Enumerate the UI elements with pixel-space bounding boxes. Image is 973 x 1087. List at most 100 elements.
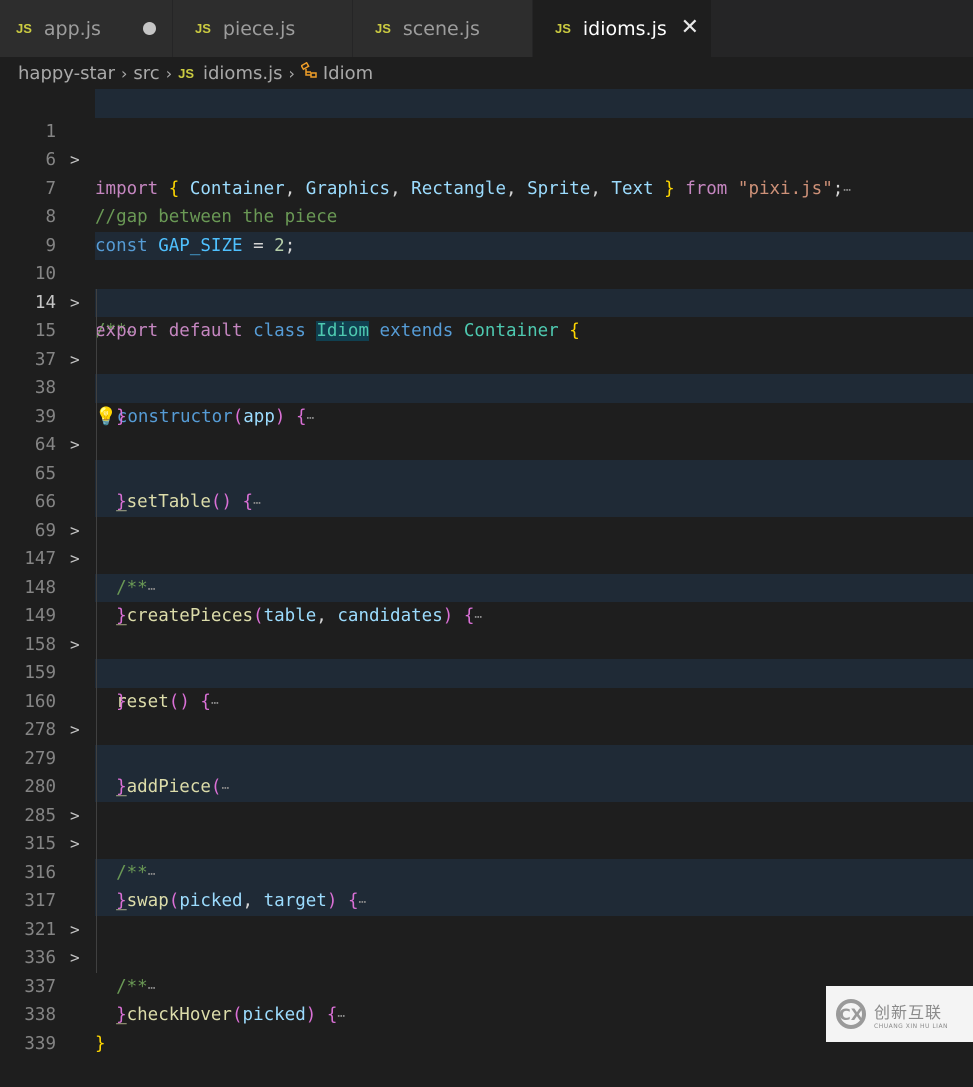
watermark-text: 创新互联 <box>874 1002 943 1022</box>
js-file-icon: JS <box>195 21 211 36</box>
code-line: 15 > 💡constructor(app) {⋯ <box>0 288 973 427</box>
tab-piece-js[interactable]: JS piece.js <box>173 0 353 57</box>
line-number: 159 <box>24 663 56 683</box>
tab-bar: JS app.js JS piece.js JS scene.js JS idi… <box>0 0 973 57</box>
code-line: 160 > _addPiece(⋯ <box>0 659 973 797</box>
folded-ellipsis[interactable]: ⋯ <box>148 981 156 996</box>
folded-ellipsis[interactable]: ⋯ <box>843 183 851 198</box>
code-line: 159 <box>0 630 973 683</box>
line-number: 1 <box>45 121 56 142</box>
close-icon[interactable]: ✕ <box>681 15 699 41</box>
folded-ellipsis[interactable]: ⋯ <box>474 610 482 625</box>
class-symbol-icon <box>300 61 319 84</box>
folded-ellipsis[interactable]: ⋯ <box>337 1009 345 1024</box>
line-number: 339 <box>24 1033 56 1054</box>
code-text: } <box>116 1005 127 1025</box>
line-number: 336 <box>24 948 56 968</box>
code-text: } <box>116 606 127 626</box>
line-number: 321 <box>24 919 56 940</box>
code-text: /**⋯ <box>116 577 156 598</box>
code-line: 38 <box>0 345 973 398</box>
code-editor[interactable]: 1 > import { Container, Graphics, Rectan… <box>0 89 973 1054</box>
watermark-logo-icon: CX <box>836 999 866 1029</box>
unsaved-dot-icon[interactable] <box>143 22 156 35</box>
code-line: 6 <box>0 118 973 170</box>
line-number: 69 <box>34 520 56 541</box>
folded-ellipsis[interactable]: ⋯ <box>148 867 156 882</box>
code-text: } <box>95 1033 106 1054</box>
watermark: CX 创新互联 CHUANG XIN HU LIAN <box>826 986 973 1042</box>
line-number: 278 <box>24 720 56 740</box>
fold-chevron-icon[interactable]: > <box>70 431 88 460</box>
line-number: 338 <box>24 1005 56 1025</box>
line-number: 7 <box>45 178 56 199</box>
breadcrumb-item-src[interactable]: src <box>133 63 159 84</box>
code-text: const GAP_SIZE = 2; <box>95 235 296 256</box>
line-number: 38 <box>34 378 56 398</box>
line-number: 279 <box>24 748 56 769</box>
tab-label: scene.js <box>402 17 480 40</box>
folded-ellipsis[interactable]: ⋯ <box>358 895 366 910</box>
line-number: 14 <box>34 292 56 313</box>
highlighted-symbol: Idiom <box>316 321 369 341</box>
line-number: 6 <box>45 150 56 170</box>
code-text: /**⋯ <box>116 862 156 883</box>
code-line: 39 > _setTable() {⋯ <box>0 374 973 512</box>
fold-chevron-icon[interactable]: > <box>70 916 88 945</box>
tab-app-js[interactable]: JS app.js <box>0 0 173 57</box>
breadcrumb-item-symbol[interactable]: Idiom <box>323 63 373 84</box>
line-number: 317 <box>24 891 56 911</box>
code-line: 66 > /**⋯ <box>0 459 973 598</box>
line-number: 337 <box>24 976 56 997</box>
fold-chevron-icon[interactable]: > <box>70 545 88 574</box>
fold-chevron-icon[interactable]: > <box>70 631 88 660</box>
folded-ellipsis[interactable]: ⋯ <box>148 582 156 597</box>
folded-ellipsis[interactable]: ⋯ <box>253 496 261 511</box>
js-file-icon: JS <box>555 21 571 36</box>
fold-chevron-icon[interactable]: > <box>70 944 88 973</box>
line-number: 8 <box>45 207 56 227</box>
chevron-right-icon: › <box>165 63 173 83</box>
code-text: export default class Idiom extends Conta… <box>95 321 580 341</box>
line-number: 147 <box>24 549 56 569</box>
code-text: } <box>116 406 127 427</box>
line-number: 316 <box>24 862 56 883</box>
fold-chevron-icon[interactable]: > <box>70 146 88 175</box>
breadcrumb-item-file[interactable]: idioms.js <box>203 63 282 84</box>
js-file-icon: JS <box>178 65 194 81</box>
tab-scene-js[interactable]: JS scene.js <box>353 0 533 57</box>
code-text: 💡constructor(app) {⋯ <box>95 406 315 427</box>
fold-chevron-icon[interactable]: > <box>70 830 88 859</box>
line-number: 280 <box>24 777 56 797</box>
fold-chevron-icon[interactable]: > <box>70 517 88 546</box>
code-line: 14 export default class Idiom extends Co… <box>0 260 973 341</box>
fold-chevron-icon[interactable]: > <box>70 346 88 375</box>
line-number: 158 <box>24 634 56 655</box>
code-text: _swap(picked, target) {⋯ <box>116 891 367 911</box>
line-number: 37 <box>34 349 56 370</box>
watermark-subtext: CHUANG XIN HU LIAN <box>874 1022 949 1030</box>
line-number: 64 <box>34 435 56 455</box>
folded-ellipsis[interactable]: ⋯ <box>221 781 229 796</box>
fold-chevron-icon[interactable]: > <box>70 802 88 831</box>
code-comment: //gap between the piece <box>95 207 338 227</box>
code-line: 65 <box>0 431 973 484</box>
tab-label: idioms.js <box>582 17 667 40</box>
code-text: /**⋯ <box>116 976 156 997</box>
code-line: 279 <box>0 716 973 769</box>
code-line: 148 <box>0 545 973 598</box>
breadcrumb-item-folder[interactable]: happy-star <box>18 63 115 84</box>
fold-chevron-icon[interactable]: > <box>70 716 88 745</box>
tab-label: piece.js <box>222 17 296 40</box>
fold-chevron-icon[interactable]: > <box>70 289 88 318</box>
code-line: 315 } <box>0 801 973 911</box>
code-text: _createPieces(table, candidates) {⋯ <box>116 606 483 626</box>
code-line: 147 } <box>0 516 973 626</box>
code-line: 1 > import { Container, Graphics, Rectan… <box>0 89 973 199</box>
folded-ellipsis[interactable]: ⋯ <box>211 696 219 711</box>
line-number: 10 <box>34 264 56 284</box>
chevron-right-icon: › <box>121 63 128 83</box>
folded-ellipsis[interactable]: ⋯ <box>307 411 315 426</box>
tab-idioms-js[interactable]: JS idioms.js ✕ <box>533 0 712 57</box>
code-line: 280 > /**⋯ <box>0 744 973 883</box>
